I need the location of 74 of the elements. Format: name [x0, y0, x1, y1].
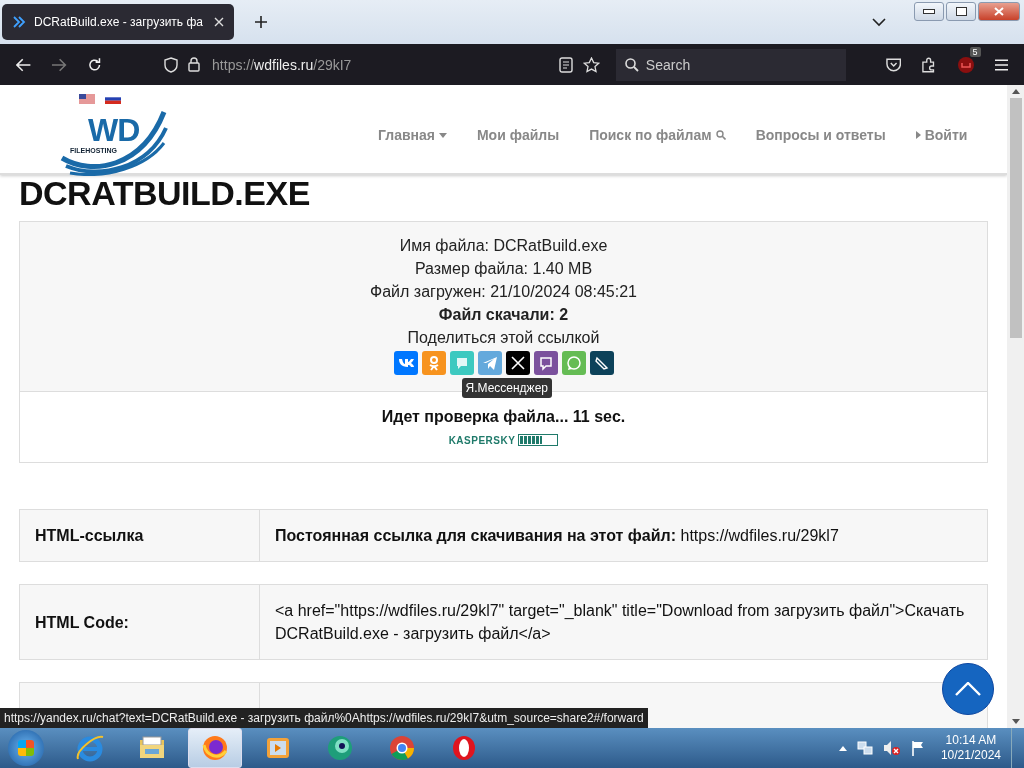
clock-date[interactable]: 10/21/2024 — [940, 748, 1001, 763]
table-cell-text: Постоянная ссылка для скачивания на этот файл: https://wdfiles.ru/29kl7 — [274, 526, 840, 546]
search-field[interactable]: Search — [615, 48, 846, 81]
reader-view-icon[interactable] — [558, 56, 573, 73]
scroll-to-top-button[interactable] — [942, 663, 994, 715]
chat-bubble-icon — [565, 355, 582, 371]
search-icon — [715, 130, 726, 140]
browser-icon — [387, 733, 417, 763]
file-title: DCRATBUILD.EXE — [19, 175, 311, 214]
caret-icon — [438, 132, 447, 138]
status-url: https://yandex.ru/chat?text=DCRatBuild.exe - загрузить файл%0Ahttps://wdfiles.ru/29kI7&utm_source=share2#/forward — [0, 708, 648, 728]
pocket-icon[interactable] — [885, 57, 902, 72]
table-cell-text: <a href="https://wdfiles.ru/29kl7" target="_blank" title="Download from загрузить файл">Скачать DCRatBuild.exe - загрузить файл</a> — [274, 601, 966, 644]
puzzle-icon[interactable] — [921, 56, 937, 73]
close-icon[interactable] — [214, 17, 224, 27]
us-flag-icon[interactable] — [79, 94, 95, 104]
new-tab-icon[interactable] — [254, 15, 268, 29]
table-cell: HTML-ссылка — [20, 510, 260, 561]
chat-bubble-icon — [537, 355, 554, 371]
tray-arrow-icon[interactable] — [838, 745, 847, 751]
nav-link[interactable]: Поиск по файлам — [589, 127, 726, 143]
tab-title: DCRatBuild.exe - загрузить фа — [34, 15, 204, 29]
file-info-text: Файл загружен: 21/10/2024 08:45:21 — [370, 282, 637, 301]
star-icon[interactable] — [582, 56, 600, 73]
lock-icon — [188, 57, 201, 72]
x-logo-icon — [509, 355, 526, 371]
url-text: https://wdfiles.ru/29kI7 — [212, 56, 352, 73]
speaker-muted-icon[interactable] — [882, 740, 901, 756]
russian-flag-icon[interactable] — [105, 94, 121, 104]
network-icon[interactable] — [856, 740, 873, 756]
paper-plane-icon — [481, 355, 498, 371]
triangle-icon — [915, 131, 921, 139]
tooltip: Я.Мессенджер — [461, 378, 552, 398]
extension-badge: 5 — [969, 46, 981, 57]
nav-link[interactable]: Войти — [915, 127, 968, 143]
close-icon — [994, 7, 1004, 16]
share-button[interactable] — [589, 351, 614, 375]
scroll-up-icon[interactable] — [1011, 89, 1020, 94]
nav-link[interactable]: Мои файлы — [476, 127, 560, 143]
scrollbar-thumb[interactable] — [1009, 98, 1022, 338]
browser-icon — [200, 733, 230, 763]
back-icon[interactable] — [16, 57, 32, 72]
clock-time[interactable]: 10:14 AM — [945, 733, 997, 748]
flag-icon[interactable] — [910, 740, 925, 756]
extension-icon[interactable] — [956, 55, 975, 74]
chevron-up-icon — [955, 682, 981, 696]
taskbar-app[interactable] — [188, 728, 242, 768]
scroll-down-icon[interactable] — [1011, 719, 1020, 724]
search-icon — [624, 57, 639, 72]
close-button[interactable] — [978, 2, 1020, 21]
share-button[interactable] — [505, 351, 530, 375]
nav-link[interactable]: Вопросы и ответы — [755, 127, 886, 143]
browser-tab[interactable]: DCRatBuild.exe - загрузить фа — [2, 4, 234, 40]
forward-icon[interactable] — [51, 57, 67, 72]
minimize-button[interactable] — [914, 2, 944, 21]
nav-link[interactable]: Главная — [378, 127, 447, 143]
file-info-text: Размер файла: 1.40 MB — [414, 259, 593, 278]
menu-icon[interactable] — [994, 58, 1008, 71]
shield-icon — [164, 56, 179, 73]
file-info-text: Имя файла: DCRatBuild.exe — [399, 236, 608, 255]
browser-icon — [75, 733, 105, 763]
scrollbar[interactable] — [1007, 85, 1024, 728]
pencil-icon — [593, 355, 610, 371]
tab-list-icon[interactable] — [872, 17, 886, 27]
chevron-icon — [12, 15, 26, 29]
reload-icon[interactable] — [86, 56, 103, 73]
file-info-text: Файл скачали: 2 — [438, 305, 569, 324]
file-info-text: Поделиться этой ссылкой — [407, 328, 600, 347]
file-check-status: Идет проверка файла... 11 sec. — [381, 408, 626, 426]
restore-button[interactable] — [946, 2, 976, 21]
start-button[interactable] — [8, 730, 44, 766]
antivirus-logo: KASPERSKY — [448, 434, 516, 446]
table-cell: HTML Code: — [20, 585, 260, 659]
windows-logo-icon — [18, 740, 34, 756]
